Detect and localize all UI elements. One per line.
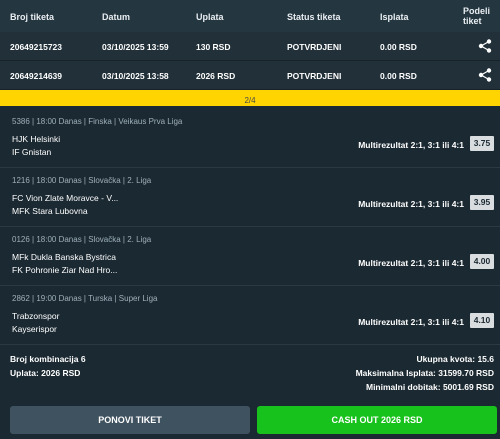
match-item: 0126 | 18:00 Danas | Slovačka | 2. Liga … [0, 228, 500, 286]
ticket-status: POTVRDJENI [287, 42, 342, 52]
min-win: Minimalni dobitak: 5001.69 RSD [365, 382, 494, 392]
stake-summary: Uplata: 2026 RSD [10, 368, 81, 378]
header-date: Datum [102, 12, 131, 22]
home-team: Trabzonspor [12, 311, 60, 321]
match-item: 1216 | 18:00 Danas | Slovačka | 2. Liga … [0, 169, 500, 227]
market-label: Multirezultat 2:1, 3:1 ili 4:1 [358, 199, 464, 209]
max-payout: Maksimalna Isplata: 31599.70 RSD [355, 368, 494, 378]
home-team: HJK Helsinki [12, 134, 61, 144]
ticket-payout: 0.00 RSD [380, 71, 417, 81]
away-team: Kayserispor [12, 324, 57, 334]
home-team: MFk Dukla Banska Bystrica [12, 252, 116, 262]
odd-badge: 3.95 [470, 195, 494, 210]
share-icon[interactable] [478, 68, 492, 82]
odd-badge: 4.00 [470, 254, 494, 269]
away-team: FK Pohronie Ziar Nad Hro... [12, 265, 118, 275]
repeat-ticket-button[interactable]: PONOVI TIKET [10, 406, 250, 434]
match-item: 5386 | 18:00 Danas | Finska | Veikaus Pr… [0, 110, 500, 168]
away-team: IF Gnistan [12, 147, 52, 157]
match-meta: 0126 | 18:00 Danas | Slovačka | 2. Liga [12, 235, 152, 244]
ticket-id: 20649214639 [10, 71, 63, 81]
combinations-count: Broj kombinacija 6 [10, 354, 86, 364]
ticket-date: 03/10/2025 13:59 [102, 42, 169, 52]
total-odds: Ukupna kvota: 15.6 [416, 354, 494, 364]
header-ticket-number: Broj tiketa [10, 12, 55, 22]
ticket-status: POTVRDJENI [287, 71, 342, 81]
odd-badge: 4.10 [470, 313, 494, 328]
cash-out-button[interactable]: CASH OUT 2026 RSD [257, 406, 497, 434]
market-label: Multirezultat 2:1, 3:1 ili 4:1 [358, 317, 464, 327]
odd-badge: 3.75 [470, 136, 494, 151]
away-team: MFK Stara Lubovna [12, 206, 88, 216]
ticket-stake: 130 RSD [196, 42, 231, 52]
match-meta: 1216 | 18:00 Danas | Slovačka | 2. Liga [12, 176, 152, 185]
ticket-id: 20649215723 [10, 42, 63, 52]
match-meta: 5386 | 18:00 Danas | Finska | Veikaus Pr… [12, 117, 183, 126]
header-payout: Isplata [380, 12, 409, 22]
ticket-row[interactable]: 20649215723 03/10/2025 13:59 130 RSD POT… [0, 32, 500, 61]
market-label: Multirezultat 2:1, 3:1 ili 4:1 [358, 140, 464, 150]
ticket-pager[interactable]: 2/4 [0, 90, 500, 106]
ticket-table-header: Broj tiketa Datum Uplata Status tiketa I… [0, 0, 500, 32]
pager-label: 2/4 [244, 96, 256, 105]
ticket-row[interactable]: 20649214639 03/10/2025 13:58 2026 RSD PO… [0, 61, 500, 90]
header-stake: Uplata [196, 12, 224, 22]
match-item: 2862 | 19:00 Danas | Turska | Super Liga… [0, 287, 500, 345]
ticket-payout: 0.00 RSD [380, 42, 417, 52]
ticket-stake: 2026 RSD [196, 71, 236, 81]
header-status: Status tiketa [287, 12, 341, 22]
ticket-date: 03/10/2025 13:58 [102, 71, 169, 81]
header-share: Podeli tiket [463, 6, 491, 26]
share-icon[interactable] [478, 39, 492, 53]
market-label: Multirezultat 2:1, 3:1 ili 4:1 [358, 258, 464, 268]
home-team: FC Vion Zlate Moravce - V... [12, 193, 119, 203]
match-meta: 2862 | 19:00 Danas | Turska | Super Liga [12, 294, 158, 303]
